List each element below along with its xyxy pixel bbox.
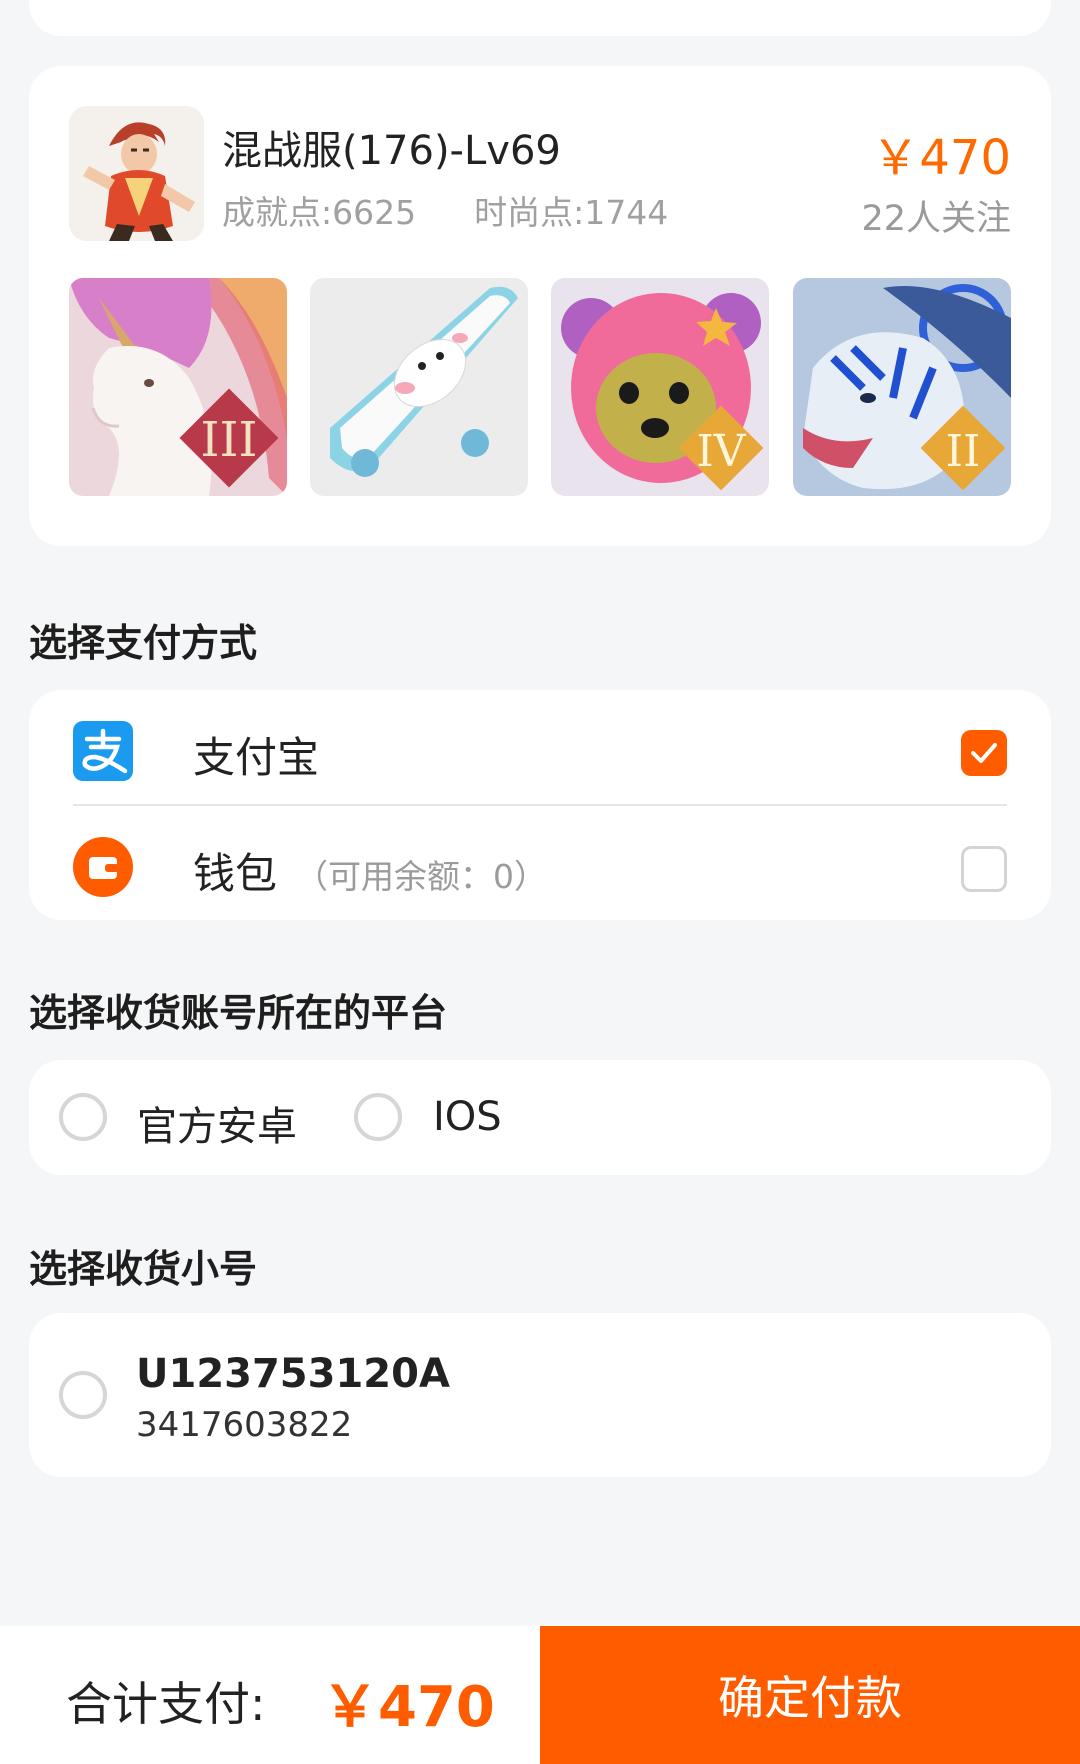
ios-radio[interactable] — [354, 1093, 402, 1141]
tier-badge: II — [946, 426, 981, 477]
character-avatar — [69, 106, 204, 241]
wallet-balance-note: （可用余额：0） — [295, 857, 548, 896]
tier-badge: IV — [696, 426, 746, 477]
alipay-label: 支付宝 — [193, 733, 320, 782]
platform-options-card: 官方安卓 IOS — [29, 1060, 1051, 1175]
total-label: 合计支付: — [66, 1677, 266, 1731]
payment-section-title: 选择支付方式 — [29, 621, 258, 665]
account-card[interactable]: U123753120A 3417603822 — [29, 1313, 1051, 1477]
wallet-checkbox[interactable] — [961, 846, 1007, 892]
fashion-points: 时尚点:1744 — [474, 193, 669, 232]
wallet-label: 钱包 （可用余额：0） — [193, 849, 548, 898]
android-option-label[interactable]: 官方安卓 — [137, 1094, 297, 1152]
followers-count: 22人关注 — [861, 199, 1011, 239]
payment-option-wallet[interactable]: 钱包 （可用余额：0） — [73, 814, 1007, 914]
total-amount: ￥470 — [322, 1675, 495, 1740]
confirm-payment-button[interactable]: 确定付款 — [540, 1626, 1080, 1764]
account-radio[interactable] — [59, 1371, 107, 1419]
previous-card — [29, 0, 1051, 36]
checkout-bar: 合计支付: ￥470 确定付款 — [0, 1626, 1080, 1764]
divider — [73, 804, 1007, 806]
product-card[interactable]: 混战服(176)-Lv69 成就点:6625 时尚点:1744 ￥470 22人关… — [29, 66, 1051, 546]
account-name: U123753120A — [136, 1351, 450, 1397]
alipay-icon — [73, 721, 133, 781]
tier-badge: III — [201, 412, 258, 468]
unicorn-mount-thumbnail[interactable]: III — [69, 278, 287, 496]
payment-options-card: 支付宝 钱包 （可用余额：0） — [29, 690, 1051, 920]
blue-tiger-thumbnail[interactable]: II — [793, 278, 1011, 496]
skateboard-thumbnail[interactable] — [310, 278, 528, 496]
item-thumbnails: III IV II — [69, 278, 1011, 498]
product-title: 混战服(176)-Lv69 — [222, 128, 561, 174]
android-radio[interactable] — [59, 1093, 107, 1141]
account-id: 3417603822 — [136, 1405, 353, 1445]
wallet-icon — [73, 837, 133, 897]
pink-bear-hat-thumbnail[interactable]: IV — [551, 278, 769, 496]
product-stats: 成就点:6625 时尚点:1744 — [222, 186, 668, 234]
product-price: ￥470 — [871, 130, 1011, 186]
product-header: 混战服(176)-Lv69 成就点:6625 时尚点:1744 ￥470 22人关… — [69, 106, 1011, 246]
alipay-checkbox[interactable] — [961, 730, 1007, 776]
ios-option-label[interactable]: IOS — [433, 1094, 502, 1140]
account-section-title: 选择收货小号 — [29, 1247, 258, 1291]
platform-section-title: 选择收货账号所在的平台 — [29, 991, 448, 1035]
payment-option-alipay[interactable]: 支付宝 — [73, 698, 1007, 798]
achievement-points: 成就点:6625 — [222, 193, 417, 232]
